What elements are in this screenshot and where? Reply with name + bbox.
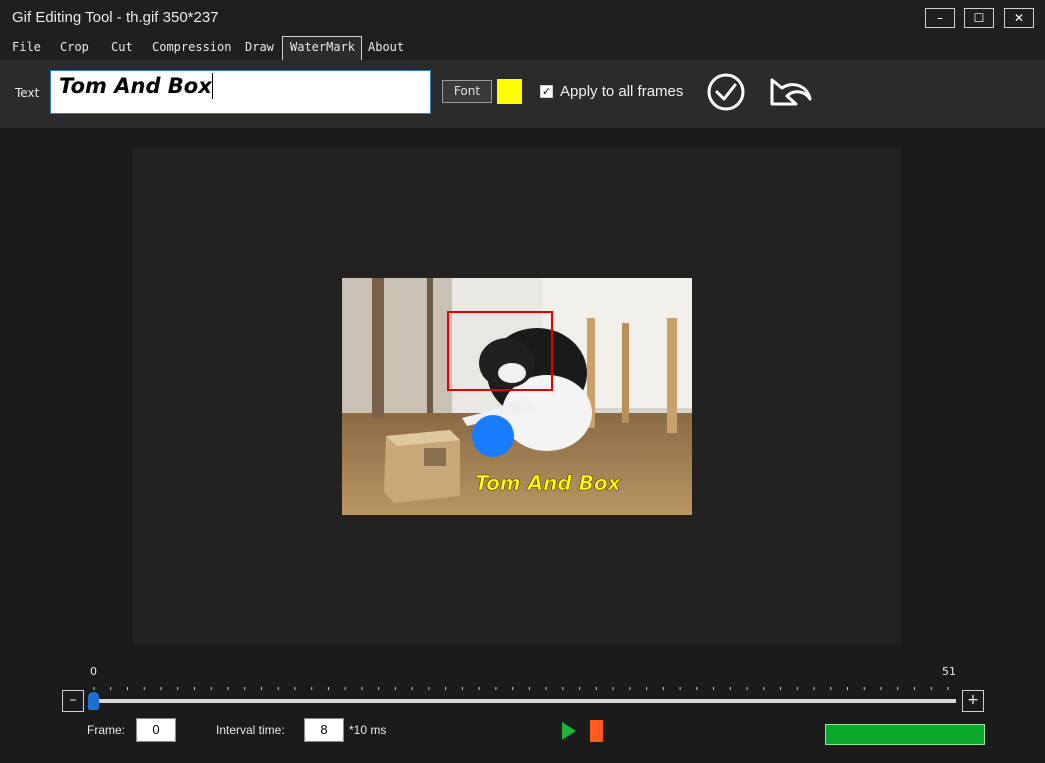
window-title: Gif Editing Tool - th.gif 350*237	[12, 9, 219, 26]
frame-slider-track[interactable]	[90, 699, 956, 703]
plus-icon: +	[967, 692, 979, 708]
timeline-ticks	[93, 687, 949, 690]
export-progress-bar	[825, 724, 985, 745]
menu-crop[interactable]: Crop	[60, 40, 89, 54]
watermark-text-value: Tom And Box	[59, 73, 213, 99]
interval-input[interactable]: 8	[304, 718, 344, 742]
apply-all-label[interactable]: Apply to all frames	[560, 83, 683, 100]
timeline-min-label: 0	[90, 665, 97, 678]
watermark-text-input[interactable]: Tom And Box	[50, 70, 431, 114]
close-button[interactable]: ✕	[1004, 8, 1034, 28]
menu-cut[interactable]: Cut	[111, 40, 133, 54]
menu-compression[interactable]: Compression	[152, 40, 231, 54]
color-picker-swatch[interactable]	[497, 79, 522, 104]
stop-icon[interactable]	[590, 720, 603, 742]
menu-file[interactable]: File	[12, 40, 41, 54]
menu-about[interactable]: About	[368, 40, 404, 54]
text-label: Text	[15, 86, 40, 100]
menu-draw[interactable]: Draw	[245, 40, 274, 54]
minimize-icon: –	[937, 11, 943, 25]
play-icon[interactable]	[561, 721, 577, 741]
check-circle-icon[interactable]	[706, 72, 746, 112]
frame-decrement-button[interactable]: –	[62, 690, 84, 712]
gif-frame-image: Tom And Box	[342, 278, 692, 515]
close-icon: ✕	[1013, 11, 1025, 25]
maximize-icon: ☐	[973, 11, 985, 25]
gif-preview: Tom And Box	[342, 278, 692, 515]
frame-slider-thumb[interactable]	[88, 692, 99, 710]
maximize-button[interactable]: ☐	[964, 8, 994, 28]
interval-label: Interval time:	[216, 723, 285, 737]
menu-watermark[interactable]: WaterMark	[290, 40, 355, 54]
undo-arrow-icon[interactable]	[768, 76, 816, 110]
frame-input[interactable]: 0	[136, 718, 176, 742]
apply-all-checkbox[interactable]: ✓	[540, 85, 553, 98]
font-button[interactable]: Font	[442, 80, 492, 103]
watermark-overlay-text: Tom And Box	[475, 471, 622, 495]
frame-label: Frame:	[87, 723, 126, 737]
interval-unit-label: *10 ms	[349, 723, 387, 737]
timeline-max-label: 51	[942, 665, 956, 678]
minus-icon: –	[69, 692, 77, 708]
title-bar: Gif Editing Tool - th.gif 350*237 – ☐ ✕	[0, 0, 1045, 36]
frame-increment-button[interactable]: +	[962, 690, 984, 712]
minimize-button[interactable]: –	[925, 8, 955, 28]
